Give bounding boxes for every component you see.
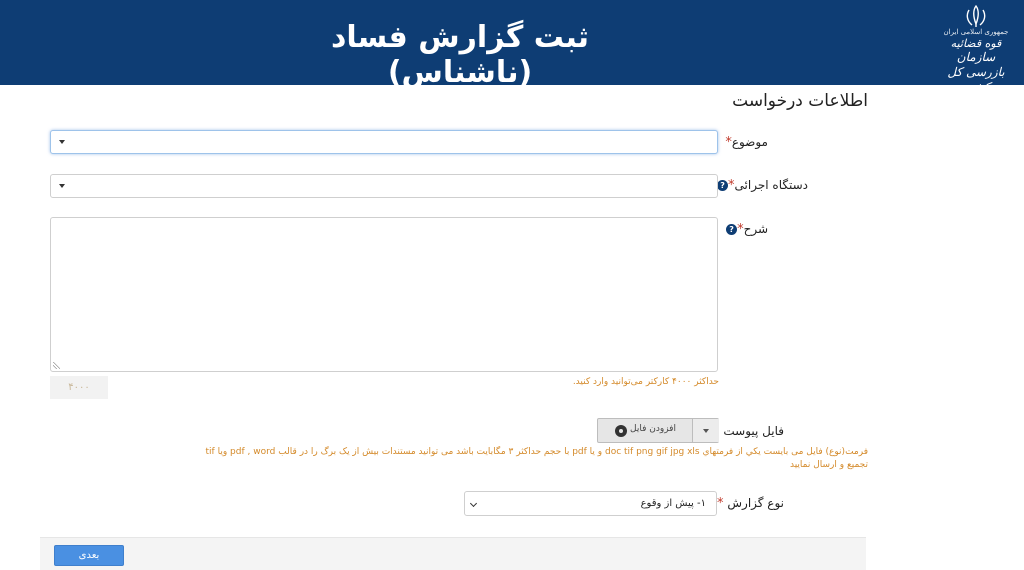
subject-select[interactable] <box>50 130 718 154</box>
chevron-down-icon <box>469 499 478 508</box>
caret-down-icon <box>59 184 65 188</box>
description-label: شرح*? <box>725 222 768 237</box>
agency-select[interactable] <box>50 174 718 198</box>
subject-label-text: موضوع <box>731 135 768 149</box>
file-format-note-line2: تجمیع و ارسال نمایید <box>789 460 868 470</box>
report-type-select[interactable]: ۱- پیش از وقوع <box>464 491 717 516</box>
emblem-icon <box>966 4 986 27</box>
add-file-label: افزودن فایل <box>630 424 676 434</box>
required-mark: * <box>717 496 724 511</box>
logo-line-organization: سازمان بازرسی کل کشور <box>947 50 1005 94</box>
char-counter: ۴۰۰۰ <box>50 376 108 399</box>
report-type-label-text: نوع گزارش <box>727 496 784 510</box>
page-header: ثبت گزارش فساد (ناشناس) جمهوری اسلامی ای… <box>0 0 1024 94</box>
agency-label-text: دستگاه اجرائی <box>734 178 808 192</box>
report-type-value: ۱- پیش از وقوع <box>640 498 706 509</box>
section-title: اطلاعات درخواست <box>732 91 868 111</box>
logo-line-judiciary: قوه قضائیه <box>950 37 1002 50</box>
resize-handle-icon[interactable] <box>53 362 60 369</box>
page-title: ثبت گزارش فساد (ناشناس) <box>330 20 590 90</box>
organization-logo: جمهوری اسلامی ایران قوه قضائیه سازمان با… <box>936 4 1016 94</box>
help-icon[interactable]: ? <box>726 224 738 235</box>
file-format-note-line1: فرمت(نوع) فایل می بایست یکي از فرمتهاي d… <box>205 447 868 457</box>
agency-label: دستگاه اجرائی*? <box>716 178 808 193</box>
description-label-text: شرح <box>743 222 768 236</box>
subject-label: موضوع* <box>725 135 768 150</box>
add-file-button[interactable]: افزودن فایل <box>597 418 719 443</box>
file-format-note: فرمت(نوع) فایل می بایست یکي از فرمتهاي d… <box>38 446 868 472</box>
logo-line-country: جمهوری اسلامی ایران <box>943 28 1009 36</box>
form-footer <box>40 537 866 570</box>
caret-down-icon <box>59 140 65 144</box>
help-icon[interactable]: ? <box>717 180 729 191</box>
description-textarea[interactable] <box>50 217 718 372</box>
record-icon <box>615 425 627 437</box>
report-type-label: نوع گزارش * <box>717 496 784 511</box>
attachment-label: فایل پیوست <box>723 424 784 438</box>
max-chars-note: حداکثر ۴۰۰۰ کارکتر می‌توانید وارد کنید. <box>572 377 719 387</box>
caret-down-icon <box>703 429 709 433</box>
next-button[interactable]: بعدی <box>54 545 124 566</box>
file-options-dropdown[interactable] <box>692 419 719 442</box>
